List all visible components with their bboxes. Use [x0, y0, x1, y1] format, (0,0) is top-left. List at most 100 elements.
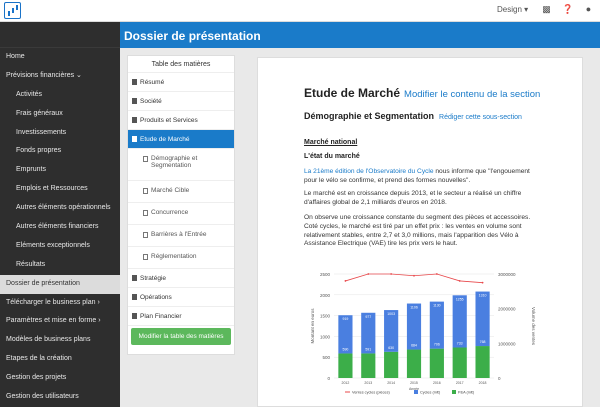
- sidebar-item[interactable]: Emprunts: [0, 161, 120, 180]
- sidebar-item[interactable]: Prévisions financières ⌄: [0, 67, 120, 86]
- toc-subitem[interactable]: Réglementation: [128, 247, 234, 269]
- sidebar-item[interactable]: Etapes de la création: [0, 350, 120, 369]
- document-icon: [132, 294, 137, 300]
- paragraph-1: La 21ème édition de l'Observatoire du Cy…: [304, 168, 544, 186]
- sidebar-item[interactable]: Télécharger le business plan ›: [0, 294, 120, 313]
- sidebar-item[interactable]: Investissements: [0, 124, 120, 143]
- toc-subitem[interactable]: Démographie et Segmentation: [128, 149, 234, 181]
- sidebar-item[interactable]: Résultats: [0, 256, 120, 275]
- sidebar-item[interactable]: Dossier de présentation: [0, 274, 120, 294]
- bar-pa: [338, 353, 353, 378]
- app-logo-icon[interactable]: [4, 2, 21, 19]
- toc-item[interactable]: Etude de Marché: [128, 130, 234, 149]
- toc-title: Table des matières: [128, 56, 234, 73]
- legend-label: P&A (m€): [458, 391, 475, 395]
- design-menu[interactable]: Design ▾: [497, 5, 528, 14]
- sidebar-item[interactable]: Frais généraux: [0, 105, 120, 124]
- sidebar-item[interactable]: Home: [0, 48, 120, 67]
- sidebar-item-label: Dossier de présentation: [6, 279, 80, 287]
- x-tick-label: 2014: [387, 381, 395, 385]
- section-title: Etude de Marché Modifier le contenu de la…: [304, 86, 540, 100]
- toc-subitem-label: Réglementation: [151, 253, 197, 260]
- toc-subitem[interactable]: Marché Cible: [128, 181, 234, 203]
- help-icon[interactable]: ❓: [562, 4, 573, 15]
- edit-toc-button[interactable]: Modifier la table des matières: [131, 328, 231, 345]
- sidebar-item-label: Emplois et Ressources: [16, 185, 88, 193]
- page-header: Dossier de présentation: [120, 22, 600, 48]
- bar-pa: [429, 348, 444, 378]
- data-label-cycles: 1130: [433, 304, 441, 308]
- y-tick-label: 2000: [320, 293, 331, 298]
- paragraph-2: Le marché est en croissance depuis 2013,…: [304, 190, 522, 206]
- data-label-cycles: 919: [343, 317, 349, 321]
- x-tick-label: 2016: [433, 381, 441, 385]
- document-outline-icon: [143, 232, 148, 238]
- bar-pa: [475, 346, 490, 378]
- sidebar-item-label: Gestion des utilisateurs: [6, 393, 79, 401]
- sidebar-item[interactable]: Autres éléments opérationnels: [0, 199, 120, 218]
- sidebar-item[interactable]: Autres éléments financiers: [0, 218, 120, 237]
- legend-swatch: [414, 390, 418, 394]
- toc-subitem[interactable]: Concurrence: [128, 203, 234, 225]
- document-icon: [132, 313, 137, 319]
- x-tick-label: 2013: [364, 381, 372, 385]
- y-tick-label: 1000: [320, 334, 331, 339]
- design-label: Design: [497, 5, 522, 14]
- sidebar-item[interactable]: Gestion des utilisateurs: [0, 388, 120, 407]
- toc-item-label: Société: [140, 97, 162, 105]
- y-tick-label: 1500: [320, 314, 331, 319]
- bar-cycles: [429, 301, 444, 349]
- x-tick-label: 2018: [479, 381, 487, 385]
- y-tick-label: 500: [322, 355, 330, 360]
- subsection-title: Démographie et Segmentation Rédiger cette…: [304, 111, 522, 121]
- toc-item[interactable]: Résumé: [128, 73, 234, 92]
- legend-label: Cycles (m€): [420, 391, 441, 395]
- toc-item-label: Opérations: [140, 293, 172, 301]
- chevron-right-icon: ›: [95, 298, 100, 306]
- sidebar-item[interactable]: Modèles de business plans: [0, 331, 120, 350]
- toc-item[interactable]: Produits et Services: [128, 111, 234, 130]
- document-outline-icon: [143, 188, 148, 194]
- toc-item[interactable]: Stratégie: [128, 269, 234, 288]
- bar-cycles: [475, 291, 490, 347]
- line-point: [458, 280, 461, 282]
- sidebar-item[interactable]: Eléments exceptionnels: [0, 237, 120, 256]
- y2-tick-label: 2000000: [498, 307, 516, 312]
- sidebar-item[interactable]: Emplois et Ressources: [0, 180, 120, 199]
- document-icon: [132, 275, 137, 281]
- sidebar-item-label: Résultats: [16, 260, 46, 268]
- sidebar-nav: Home Prévisions financières ⌄ Activités Fra…: [0, 48, 120, 407]
- chat-icon[interactable]: ▩: [541, 4, 552, 15]
- data-label-cycles: 1310: [479, 294, 487, 298]
- sidebar-item[interactable]: Activités: [0, 86, 120, 105]
- y2-tick-label: 1000000: [498, 341, 516, 346]
- section-title-text: Etude de Marché: [304, 86, 401, 100]
- toc-item[interactable]: Opérations: [128, 288, 234, 307]
- document-icon: [132, 136, 137, 142]
- data-label-cycles: 977: [365, 315, 371, 319]
- table-of-contents: Table des matières Résumé Société Produits…: [127, 55, 235, 355]
- top-bar: Design ▾ ▩ ❓ ●: [0, 0, 600, 22]
- toc-subitem[interactable]: Barrières à l'Entrée: [128, 225, 234, 247]
- y2-tick-label: 3000000: [498, 272, 516, 277]
- observatoire-link[interactable]: La 21ème édition de l'Observatoire du Cy…: [304, 168, 434, 175]
- sidebar-item[interactable]: Gestion des projets: [0, 369, 120, 388]
- write-subsection-link[interactable]: Rédiger cette sous-section: [439, 114, 522, 121]
- sidebar-item[interactable]: Fonds propres: [0, 142, 120, 161]
- sidebar-item-label: Modèles de business plans: [6, 336, 91, 344]
- document-outline-icon: [143, 210, 148, 216]
- sidebar-item[interactable]: Paramètres et mise en forme ›: [0, 312, 120, 331]
- toc-item[interactable]: Société: [128, 92, 234, 111]
- line-point: [344, 280, 347, 282]
- sidebar-item-label: Frais généraux: [16, 109, 63, 117]
- y2-tick-label: 0: [498, 376, 501, 381]
- data-label-pa: 768: [480, 340, 486, 344]
- document-outline-icon: [143, 156, 148, 162]
- page-title: Dossier de présentation: [124, 29, 261, 43]
- toc-item-label: Plan Financier: [140, 312, 182, 320]
- user-icon[interactable]: ●: [583, 4, 594, 15]
- document-icon: [132, 98, 137, 104]
- edit-section-link[interactable]: Modifier le contenu de la section: [404, 89, 540, 100]
- toc-item[interactable]: Plan Financier: [128, 307, 234, 326]
- line-point: [481, 281, 484, 284]
